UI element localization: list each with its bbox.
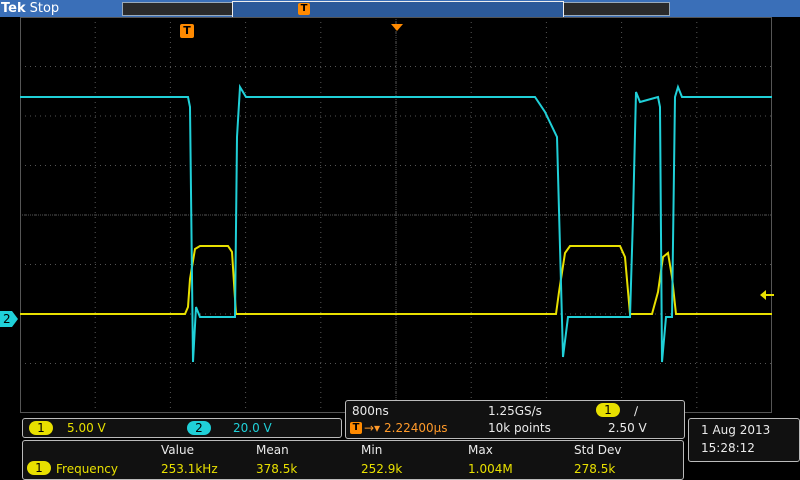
trigger-level: 2.50 V xyxy=(608,421,647,435)
measurement-panel[interactable]: Value Mean Min Max Std Dev 1 Frequency 2… xyxy=(22,440,684,480)
timebase-panel[interactable]: 800ns 1.25GS/s 1 ∕ T →▾ 2.22400µs 10k po… xyxy=(345,400,685,439)
ch2-waveform xyxy=(20,83,772,363)
sample-rate: 1.25GS/s xyxy=(488,404,542,418)
meas-header-mean: Mean xyxy=(256,443,289,457)
ch1-scale: 5.00 V xyxy=(67,421,106,435)
trigger-delay-icon: T xyxy=(350,422,362,434)
brand-name: Tek xyxy=(1,1,26,16)
meas-header-value: Value xyxy=(161,443,194,457)
trigger-position-icon: T xyxy=(298,3,310,15)
date-label: 1 Aug 2013 xyxy=(701,423,771,437)
meas-header-stddev: Std Dev xyxy=(574,443,622,457)
meas-value: 253.1kHz xyxy=(161,462,218,476)
meas-mean: 378.5k xyxy=(256,462,298,476)
graticule-grid xyxy=(20,17,772,413)
meas-stddev: 278.5k xyxy=(574,462,616,476)
ch2-marker-label: 2 xyxy=(3,312,11,326)
trigger-time-marker xyxy=(391,17,403,31)
ch1-badge[interactable]: 1 xyxy=(29,421,53,435)
trigger-delay-arrow: →▾ xyxy=(364,421,381,435)
meas-source-badge[interactable]: 1 xyxy=(27,461,51,475)
trigger-source-badge[interactable]: 1 xyxy=(596,403,620,417)
channel-scale-panel[interactable]: 1 5.00 V 2 20.0 V xyxy=(22,418,342,438)
trigger-slope-icon: ∕ xyxy=(634,404,639,418)
waveform-display[interactable] xyxy=(20,17,772,413)
meas-header-min: Min xyxy=(361,443,383,457)
trigger-delay: 2.22400µs xyxy=(384,421,448,435)
time-per-div: 800ns xyxy=(352,404,389,418)
meas-name: Frequency xyxy=(56,462,118,476)
ch2-badge[interactable]: 2 xyxy=(187,421,211,435)
ch2-ground-marker[interactable]: 2 xyxy=(0,311,18,327)
meas-header-max: Max xyxy=(468,443,493,457)
brand-label: Tek Stop xyxy=(1,0,59,17)
record-view-window[interactable] xyxy=(232,1,564,18)
trigger-point-icon: T xyxy=(180,24,194,38)
trigger-level-icon[interactable] xyxy=(760,286,774,300)
datetime-panel: 1 Aug 2013 15:28:12 xyxy=(688,418,800,462)
time-label: 15:28:12 xyxy=(701,441,755,455)
meas-min: 252.9k xyxy=(361,462,403,476)
record-length: 10k points xyxy=(488,421,551,435)
ch2-scale: 20.0 V xyxy=(233,421,272,435)
meas-max: 1.004M xyxy=(468,462,513,476)
acquisition-status: Stop xyxy=(29,1,60,16)
